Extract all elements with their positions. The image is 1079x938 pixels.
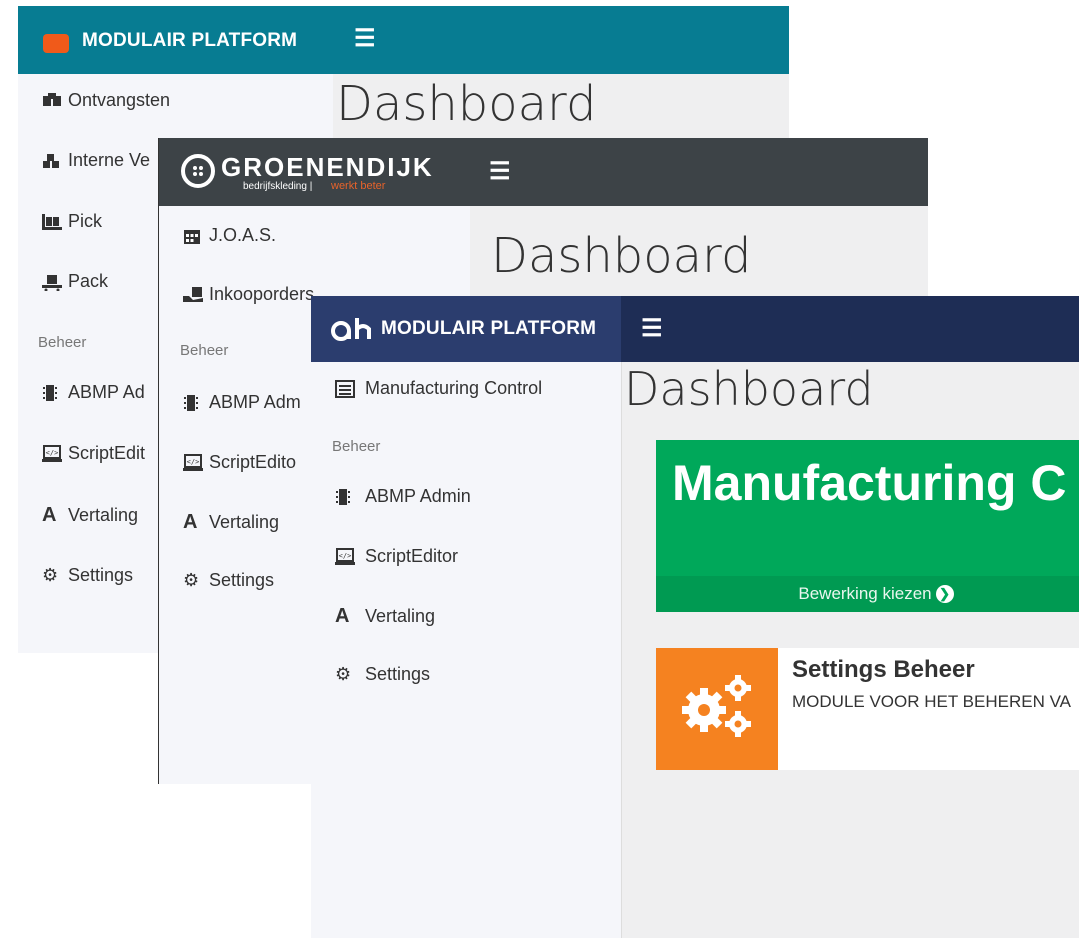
sidebar-item-label: ScriptEditor <box>365 546 459 566</box>
menu-toggle-icon[interactable]: ☰ <box>489 157 511 186</box>
sidebar-item-label: ScriptEdito <box>209 452 297 472</box>
sidebar-item-label: Pack <box>68 271 109 291</box>
sidebar-item-scripteditor[interactable]: </> ScriptEditor <box>311 546 621 567</box>
chip-icon <box>335 488 365 506</box>
cubes-icon <box>42 153 68 169</box>
tile-title: Settings Beheer <box>792 656 975 683</box>
brand-tagline-right: werkt beter <box>331 180 386 192</box>
settings-beheer-tile[interactable]: Settings Beheer MODULE VOOR HET BEHEREN … <box>656 648 1079 770</box>
sidebar-item-label: Manufacturing Control <box>365 378 543 398</box>
gears-icon: ⚙ <box>183 570 200 590</box>
sidebar-item-manufacturing-control[interactable]: Manufacturing Control <box>311 378 621 399</box>
translate-a-icon: A <box>335 605 350 627</box>
arrow-right-circle-icon: ❯ <box>935 585 954 603</box>
brand-tagline-left: bedrijfskleding | <box>243 181 313 192</box>
sidebar-item-settings[interactable]: ⚙ Settings <box>311 664 621 685</box>
tile-footer-link[interactable]: Bewerking kiezen ❯ <box>656 576 1079 612</box>
tile-description: MODULE VOOR HET BEHEREN VA <box>792 692 1071 711</box>
chip-icon <box>42 384 68 402</box>
menu-toggle-icon[interactable]: ☰ <box>354 24 376 53</box>
translate-a-icon: A <box>183 511 198 533</box>
ah-logo-icon <box>331 316 373 347</box>
gears-icon <box>678 672 758 749</box>
tile-link-label: Bewerking kiezen <box>798 584 932 603</box>
sidebar-item-vertaling[interactable]: A Vertaling <box>311 605 621 628</box>
gears-icon: ⚙ <box>335 664 352 684</box>
sidebar-item-label: ScriptEdit <box>68 443 146 463</box>
brand-name: MODULAIR PLATFORM <box>82 30 298 51</box>
dolly-icon <box>42 273 68 291</box>
main-content: Dashboard Manufacturing C Bewerking kiez… <box>622 362 1079 938</box>
top-bar: MODULAIR PLATFORM ☰ <box>18 6 789 74</box>
sidebar-item-label: Vertaling <box>68 505 139 525</box>
sidebar-item-label: Settings <box>365 664 431 684</box>
tile-title: Manufacturing C <box>672 455 1067 511</box>
boxes-icon <box>42 92 68 109</box>
svg-text:</>: </> <box>187 458 200 466</box>
hand-box-icon <box>183 286 209 304</box>
brand-area: MODULAIR PLATFORM <box>311 296 621 362</box>
tile-icon-area <box>656 648 778 770</box>
svg-text:</>: </> <box>46 449 59 457</box>
top-bar: MODULAIR PLATFORM ☰ <box>311 296 1079 362</box>
window-front: MODULAIR PLATFORM ☰ Manufacturing Contro… <box>311 296 1079 938</box>
menu-toggle-icon[interactable]: ☰ <box>641 314 663 343</box>
page-title: Dashboard <box>491 228 752 284</box>
sidebar-item-label: ABMP Ad <box>68 382 145 402</box>
monitor-code-icon: </> <box>183 453 209 472</box>
sidebar-item-joas[interactable]: J.O.A.S. <box>159 225 470 246</box>
sidebar-item-label: Ontvangsten <box>68 90 171 110</box>
calendar-icon <box>183 227 209 245</box>
brand-name: MODULAIR PLATFORM <box>381 318 597 339</box>
translate-a-icon: A <box>42 504 57 526</box>
top-bar: GROENENDIJK bedrijfskleding | werkt bete… <box>159 138 928 206</box>
chip-icon <box>183 394 209 412</box>
manufacturing-control-tile[interactable]: Manufacturing C Bewerking kiezen ❯ <box>656 440 1079 612</box>
sidebar: Manufacturing Control Beheer ABMP Admin … <box>311 362 622 938</box>
sidebar-item-ontvangsten[interactable]: Ontvangsten <box>18 90 333 111</box>
page-title: Dashboard <box>336 76 597 132</box>
pallet-icon <box>42 213 68 231</box>
sidebar-item-label: Vertaling <box>209 512 280 532</box>
sidebar-item-label: J.O.A.S. <box>209 225 277 245</box>
sidebar-item-label: Settings <box>209 570 275 590</box>
sidebar-item-label: Inkooporders <box>209 284 315 304</box>
monitor-code-icon: </> <box>335 547 365 566</box>
page-title: Dashboard <box>624 362 874 416</box>
groenendijk-logo-icon <box>181 154 215 188</box>
section-label-beheer: Beheer <box>38 334 87 351</box>
sidebar-item-label: ABMP Adm <box>209 392 301 412</box>
section-label-beheer: Beheer <box>180 342 229 359</box>
sidebar-item-label: Vertaling <box>365 606 436 626</box>
sidebar-item-label: Settings <box>68 565 134 585</box>
sidebar-item-abmp-admin[interactable]: ABMP Admin <box>311 486 621 507</box>
monitor-code-icon: </> <box>42 444 68 463</box>
sidebar-item-label: ABMP Admin <box>365 486 471 506</box>
section-label-beheer: Beheer <box>332 438 381 455</box>
brand-logo-icon <box>43 34 69 53</box>
gears-icon: ⚙ <box>42 565 59 585</box>
sidebar-item-label: Interne Ve <box>68 150 151 170</box>
list-icon <box>335 379 365 398</box>
brand-name: GROENENDIJK <box>221 152 434 182</box>
sidebar-item-label: Pick <box>68 211 103 231</box>
svg-text:</>: </> <box>339 552 352 560</box>
